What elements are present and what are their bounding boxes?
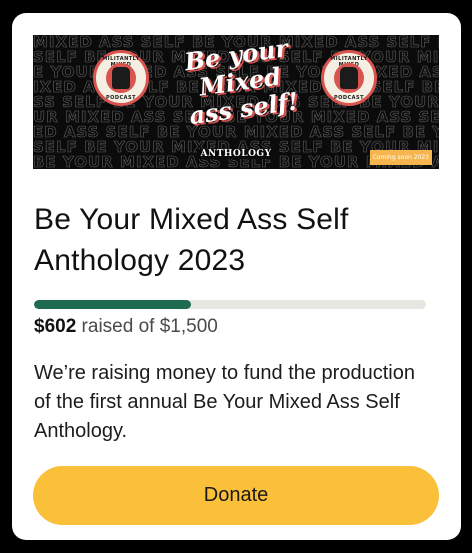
campaign-title: Be Your Mixed Ass Self Anthology 2023 — [34, 203, 349, 277]
badge-text-bottom: PODCAST — [333, 95, 365, 101]
fundraiser-card: MIXED ASS SELF BE YOUR MIXED ASS SELF BE… — [12, 13, 461, 540]
podcast-logo-right: MILITANTLY MIXED PODCAST — [321, 50, 377, 106]
raised-amount: $602 — [34, 316, 77, 337]
podcast-logo-left: MILITANTLY MIXED PODCAST — [93, 50, 149, 106]
anthology-label-text: ANTHOLOGY — [197, 149, 275, 159]
progress-bar-fill — [34, 300, 192, 309]
progress-bar — [34, 300, 426, 309]
coming-soon-badge: Coming soon 2023 — [369, 150, 432, 165]
campaign-description: We’re raising money to fund the producti… — [34, 362, 415, 442]
raised-status: $602 raised of $1,500 — [34, 315, 218, 339]
fist-icon — [112, 67, 130, 89]
banner-image: MIXED ASS SELF BE YOUR MIXED ASS SELF BE… — [33, 35, 439, 169]
fist-icon — [340, 67, 358, 89]
donate-button[interactable]: Donate — [33, 466, 439, 525]
raised-goal: raised of $1,500 — [76, 316, 218, 337]
badge-text-bottom: PODCAST — [105, 95, 137, 101]
